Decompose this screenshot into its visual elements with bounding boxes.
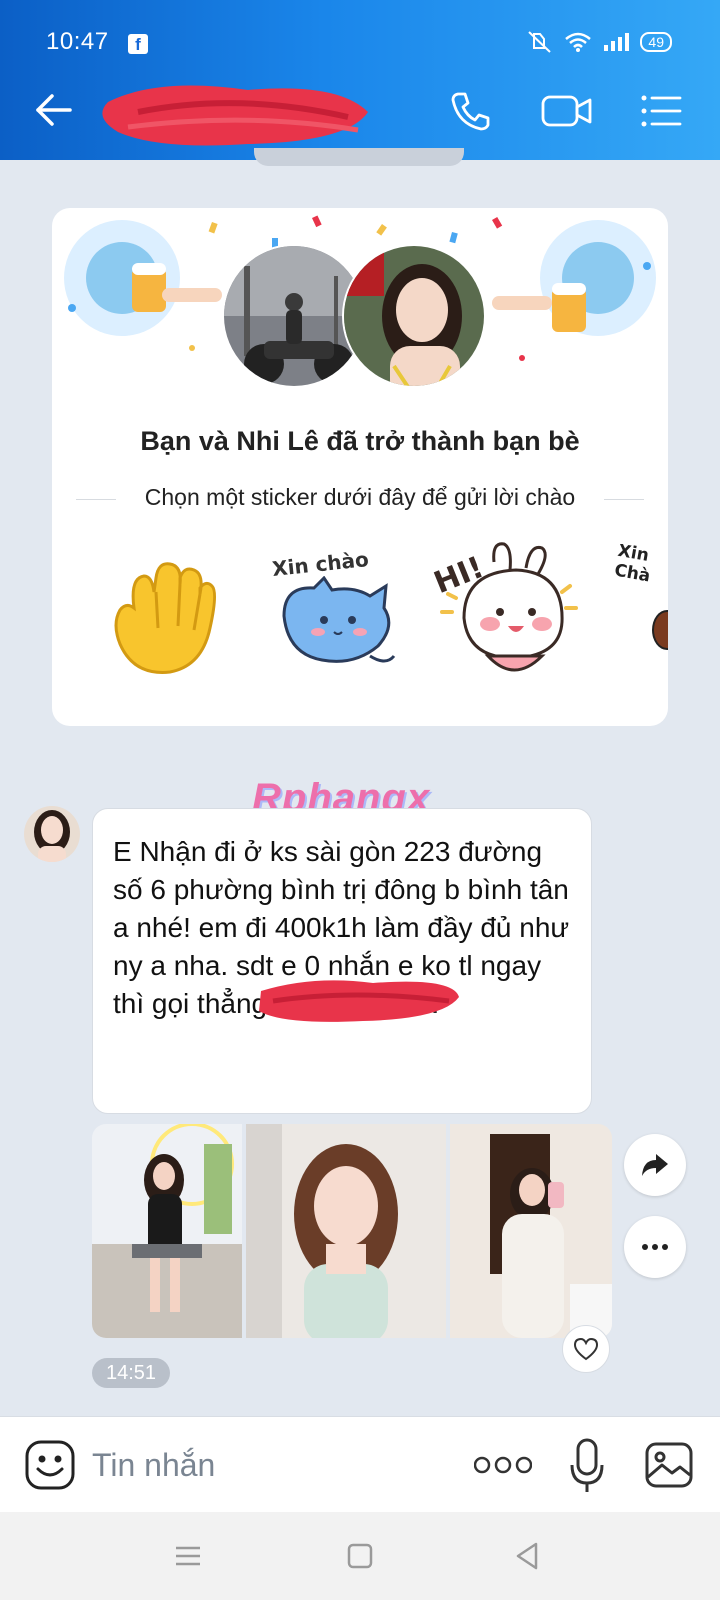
redacted-phone-number	[259, 980, 459, 1022]
home-icon[interactable]	[344, 1540, 376, 1572]
redacted-contact-name	[102, 85, 368, 146]
waving-hand-sticker[interactable]	[104, 548, 224, 688]
heart-icon	[573, 1337, 599, 1361]
battery-indicator: 49	[640, 32, 672, 52]
mute-icon	[528, 31, 552, 53]
video-call-icon[interactable]	[540, 86, 594, 136]
share-arrow-icon	[642, 1154, 668, 1176]
more-dots-icon	[642, 1244, 668, 1250]
chat-header	[0, 64, 720, 160]
photo-1[interactable]	[92, 1124, 242, 1338]
more-options-button[interactable]	[624, 1216, 686, 1278]
forward-button[interactable]	[624, 1134, 686, 1196]
friend-card-title: Bạn và Nhi Lê đã trở thành bạn bè	[140, 426, 580, 456]
status-bar: 10:47 f 49	[0, 0, 720, 64]
bunny-hi-sticker[interactable]: HI!	[429, 538, 580, 684]
signal-icon	[604, 33, 630, 51]
sticker-xin-cha-label: Xin Chà	[614, 544, 652, 587]
photo-grid[interactable]	[92, 1124, 612, 1338]
scroll-hint-pill	[254, 148, 464, 166]
cat-icon	[282, 576, 396, 663]
wifi-icon	[565, 32, 592, 52]
emoji-sticker-icon[interactable]	[24, 1439, 76, 1491]
phone-call-icon[interactable]	[446, 86, 496, 136]
sender-avatar[interactable]	[24, 806, 80, 862]
back-arrow-icon[interactable]	[30, 86, 78, 134]
status-time: 10:47	[46, 28, 109, 55]
facebook-notification-icon: f	[128, 34, 148, 54]
friend-avatar	[342, 244, 486, 388]
message-timestamp: 14:51	[92, 1358, 170, 1388]
photo-2[interactable]	[246, 1124, 446, 1338]
xin-chao-sticker[interactable]: Xin chào	[270, 546, 400, 676]
bunny-icon	[440, 542, 578, 672]
back-triangle-icon[interactable]	[512, 1540, 544, 1572]
menu-list-icon[interactable]	[636, 86, 686, 136]
microphone-icon[interactable]	[568, 1437, 606, 1495]
react-heart-button[interactable]	[562, 1325, 610, 1373]
new-friend-card: Bạn và Nhi Lê đã trở thành bạn bè Chọn m…	[52, 208, 668, 726]
status-icons: 49	[526, 30, 672, 54]
message-input-placeholder[interactable]: Tin nhắn	[92, 1447, 215, 1484]
image-gallery-icon[interactable]	[644, 1441, 694, 1489]
recent-apps-icon[interactable]	[172, 1540, 204, 1572]
system-navigation-bar	[0, 1512, 720, 1600]
message-input-bar: Tin nhắn	[0, 1416, 720, 1512]
message-bubble[interactable]: E Nhận đi ở ks sài gòn 223 đường số 6 ph…	[92, 808, 592, 1114]
xin-chao-partial-sticker[interactable]: Xin Chà	[614, 544, 668, 654]
friend-card-subtitle: Chọn một sticker dưới đây để gửi lời chà…	[144, 484, 576, 510]
more-actions-icon[interactable]	[474, 1453, 532, 1477]
photo-3[interactable]	[450, 1124, 612, 1338]
